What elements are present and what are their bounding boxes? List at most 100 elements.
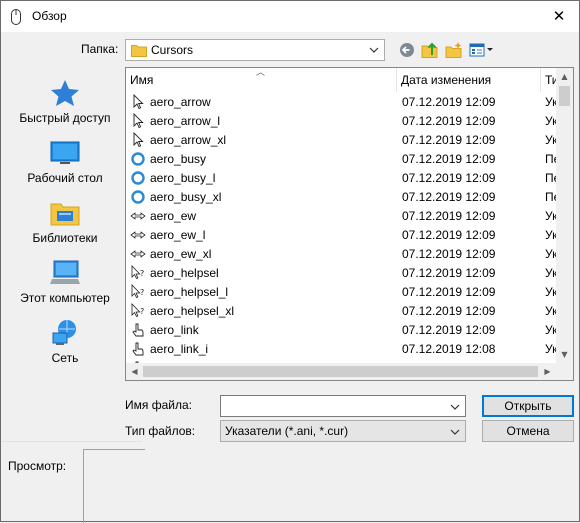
file-row[interactable]: aero_busy_xl07.12.2019 12:09Пе xyxy=(126,188,558,207)
file-name: aero_ew xyxy=(150,209,197,223)
file-row[interactable]: aero_arrow 07.12.2019 12:09 Ук xyxy=(126,93,558,112)
new-folder-icon xyxy=(445,42,462,58)
file-date: 07.12.2019 12:09 xyxy=(402,266,496,280)
folder-combo[interactable]: Cursors xyxy=(125,39,385,61)
file-date: 07.12.2019 12:09 xyxy=(402,152,496,166)
file-list[interactable]: ︿ Имя Дата изменения Тип aero_arrow 07.12… xyxy=(125,67,574,381)
filename-label: Имя файла: xyxy=(125,398,192,412)
arrow-cursor-icon xyxy=(130,131,146,148)
file-name: aero_link_i xyxy=(150,342,209,356)
helpsel-cursor-icon: ? xyxy=(130,284,146,300)
chevron-down-icon xyxy=(450,429,460,435)
filetype-select[interactable]: Указатели (*.ani, *.cur) xyxy=(220,420,466,442)
file-date: 07.12.2019 12:09 xyxy=(402,304,496,318)
file-row[interactable]: aero_ew_xl 07.12.2019 12:09 Ук xyxy=(126,245,558,264)
view-menu-icon xyxy=(469,43,493,57)
file-name: aero_busy_l xyxy=(150,171,216,185)
chevron-down-icon xyxy=(450,404,460,410)
column-date-header[interactable]: Дата изменения xyxy=(397,68,541,92)
horizontal-scrollbar[interactable]: ◀ ▶ xyxy=(126,363,573,380)
file-row[interactable]: aero_busy_l07.12.2019 12:09Пе xyxy=(126,169,558,188)
file-date: 07.12.2019 12:09 xyxy=(402,171,496,185)
open-button[interactable]: Открыть xyxy=(482,395,574,417)
hscroll-thumb[interactable] xyxy=(143,366,538,377)
file-row[interactable]: ? aero_helpsel_l 07.12.2019 12:09 Ук xyxy=(126,283,558,302)
close-button[interactable]: ✕ xyxy=(545,3,573,29)
file-date: 07.12.2019 12:09 xyxy=(402,228,496,242)
vertical-scrollbar[interactable]: ▲ ▼ xyxy=(556,68,573,363)
place-libraries[interactable]: Библиотеки xyxy=(9,193,121,249)
file-row[interactable]: aero_link_i 07.12.2019 12:08 Ук xyxy=(126,340,558,359)
file-row[interactable]: aero_ew 07.12.2019 12:09 Ук xyxy=(126,207,558,226)
ew-cursor-icon xyxy=(130,208,146,224)
window-title: Обзор xyxy=(32,9,67,23)
star-icon xyxy=(51,80,79,106)
libraries-icon xyxy=(50,203,80,226)
busy-cursor-icon xyxy=(130,189,146,205)
back-button[interactable] xyxy=(399,41,415,59)
folder-icon xyxy=(131,45,147,57)
scroll-left-icon[interactable]: ◀ xyxy=(126,363,143,380)
file-date: 07.12.2019 12:09 xyxy=(402,247,496,261)
preview-label: Просмотр: xyxy=(8,459,67,473)
scroll-corner xyxy=(556,363,573,380)
file-row[interactable]: aero_arrow_l 07.12.2019 12:09 Ук xyxy=(126,112,558,131)
filename-field[interactable] xyxy=(220,395,466,417)
filetype-value: Указатели (*.ani, *.cur) xyxy=(225,424,349,438)
file-date: 07.12.2019 12:09 xyxy=(402,114,496,128)
back-icon xyxy=(400,43,414,57)
arrow-cursor-icon xyxy=(130,112,146,129)
helpsel-cursor-icon: ? xyxy=(130,303,146,319)
scroll-up-icon[interactable]: ▲ xyxy=(556,68,573,85)
preview-pane xyxy=(83,449,145,523)
place-network[interactable]: Сеть xyxy=(9,313,121,369)
cancel-button-label: Отмена xyxy=(506,424,550,438)
view-menu-button[interactable] xyxy=(469,41,495,59)
filetype-label: Тип файлов: xyxy=(125,424,196,438)
new-folder-button[interactable] xyxy=(445,41,463,59)
file-row[interactable]: ? aero_helpsel_xl 07.12.2019 12:09 Ук xyxy=(126,302,558,321)
link-cursor-icon xyxy=(130,341,146,357)
scroll-thumb[interactable] xyxy=(559,86,570,106)
up-folder-icon xyxy=(421,42,438,58)
file-date: 07.12.2019 12:09 xyxy=(402,133,496,147)
file-name: aero_ew_xl xyxy=(150,247,212,261)
network-icon xyxy=(52,320,76,345)
file-date: 07.12.2019 12:08 xyxy=(402,342,496,356)
file-row[interactable]: ? aero_helpsel 07.12.2019 12:09 Ук xyxy=(126,264,558,283)
file-date: 07.12.2019 12:09 xyxy=(402,209,496,223)
place-label: Быстрый доступ xyxy=(19,111,111,125)
cancel-button[interactable]: Отмена xyxy=(482,420,574,442)
list-header: ︿ Имя Дата изменения Тип xyxy=(126,68,565,92)
place-label: Этот компьютер xyxy=(20,291,110,305)
up-folder-button[interactable] xyxy=(421,41,439,59)
ew-cursor-icon xyxy=(130,246,146,262)
file-row[interactable]: aero_link 07.12.2019 12:09 Ук xyxy=(126,321,558,340)
place-quick-access[interactable]: Быстрый доступ xyxy=(9,73,121,129)
place-label: Библиотеки xyxy=(32,231,98,245)
file-name: aero_arrow xyxy=(150,95,211,109)
file-name: aero_helpsel_l xyxy=(150,285,229,299)
file-row[interactable]: aero_busy07.12.2019 12:09Пе xyxy=(126,150,558,169)
busy-cursor-icon xyxy=(130,151,146,167)
file-row[interactable]: aero_ew_l 07.12.2019 12:09 Ук xyxy=(126,226,558,245)
chevron-down-icon xyxy=(369,47,379,53)
file-row[interactable]: aero_arrow_xl 07.12.2019 12:09 Ук xyxy=(126,131,558,150)
place-desktop[interactable]: Рабочий стол xyxy=(9,133,121,189)
mouse-icon xyxy=(11,9,21,25)
desktop-icon xyxy=(50,141,80,164)
column-name-header[interactable]: ︿ Имя xyxy=(126,68,397,92)
link-cursor-icon xyxy=(130,322,146,338)
file-date: 07.12.2019 12:09 xyxy=(402,190,496,204)
scroll-right-icon[interactable]: ▶ xyxy=(539,363,556,380)
place-this-pc[interactable]: Этот компьютер xyxy=(9,253,121,309)
place-label: Рабочий стол xyxy=(27,171,103,185)
svg-text:?: ? xyxy=(140,269,144,278)
open-button-label: Открыть xyxy=(504,399,552,413)
file-name: aero_busy_xl xyxy=(150,190,222,204)
scroll-down-icon[interactable]: ▼ xyxy=(556,346,573,363)
file-name: aero_helpsel xyxy=(150,266,219,280)
title-bar: Обзор ✕ xyxy=(1,1,579,32)
file-name: aero_arrow_xl xyxy=(150,133,227,147)
svg-text:?: ? xyxy=(140,288,144,297)
